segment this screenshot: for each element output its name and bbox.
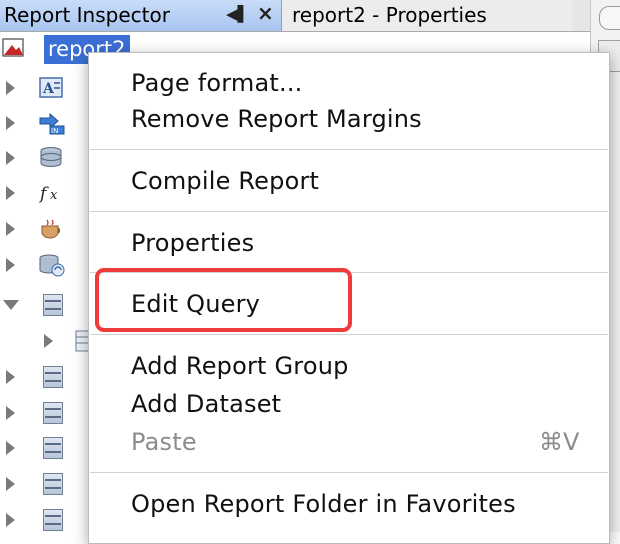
expand-arrow-icon[interactable] [6,222,15,236]
report-icon [2,38,24,57]
styles-icon: A [39,77,63,98]
tree-node-variables[interactable]: f x [0,176,90,210]
variables-icon: f x [38,184,58,204]
menu-item-properties[interactable]: Properties [131,229,254,257]
tree-node-band-expanded[interactable] [0,288,90,322]
band-icon [43,509,63,531]
tree-node-scriptlets[interactable] [0,212,90,246]
menu-item-edit-query[interactable]: Edit Query [131,290,260,318]
expand-arrow-icon[interactable] [6,513,15,527]
tree-node-parameters[interactable]: IN [0,106,90,140]
menu-separator [90,272,608,273]
expand-arrow-icon[interactable] [44,334,53,348]
expand-arrow-icon[interactable] [6,186,15,200]
pin-icon[interactable]: ◀▌ [226,5,249,23]
menu-item-add-dataset[interactable]: Add Dataset [131,390,281,418]
tab-report-inspector[interactable]: Report Inspector ◀▌ × [0,0,282,31]
tab-report-properties[interactable]: report2 - Properties [282,0,572,31]
expand-arrow-icon[interactable] [6,116,15,130]
parameters-icon: IN [39,112,65,135]
tree-node-band[interactable] [0,431,90,465]
scriptlets-icon [41,219,61,239]
expand-arrow-icon[interactable] [6,406,15,420]
menu-item-paste: Paste [131,428,197,456]
menu-item-add-report-group[interactable]: Add Report Group [131,352,349,380]
paste-shortcut: ⌘V [539,428,580,456]
expand-arrow-icon[interactable] [6,151,15,165]
expand-arrow-icon[interactable] [6,370,15,384]
band-icon [43,437,63,459]
expand-arrow-icon[interactable] [6,258,15,272]
svg-text:x: x [50,188,58,203]
collapse-arrow-icon[interactable] [3,300,19,310]
menu-item-remove-report-margins[interactable]: Remove Report Margins [131,105,422,133]
tree-node-band[interactable] [0,467,90,501]
expand-arrow-icon[interactable] [6,441,15,455]
toolbar-toggle-button[interactable] [599,6,620,30]
menu-item-compile-report[interactable]: Compile Report [131,167,319,195]
tree-node-styles[interactable]: A [0,71,90,105]
menu-separator [90,149,608,150]
band-icon [43,473,63,495]
subdatasets-icon [39,254,65,277]
menu-item-open-report-folder-in-favorites[interactable]: Open Report Folder in Favorites [131,490,516,518]
tree-node-subdatasets[interactable] [0,248,90,282]
menu-separator [90,472,608,473]
tree-node-band[interactable] [0,360,90,394]
expand-arrow-icon[interactable] [6,477,15,491]
svg-text:f: f [38,184,49,204]
tree-node-band[interactable] [0,396,90,430]
tab-title: report2 - Properties [292,3,487,27]
menu-item-page-format[interactable]: Page format... [131,69,303,97]
svg-text:IN: IN [51,127,58,135]
tab-bar: Report Inspector ◀▌ × report2 - Properti… [0,0,620,32]
band-icon [43,402,63,424]
context-menu: Page format... Remove Report Margins Com… [88,52,610,544]
svg-text:A: A [42,81,55,97]
tab-title: Report Inspector [4,3,170,27]
close-icon[interactable]: × [257,1,274,25]
band-icon [43,366,63,388]
menu-separator [90,334,608,335]
tree-node-fields[interactable] [0,141,90,175]
tree-node-child-element[interactable] [0,324,93,358]
expand-arrow-icon[interactable] [6,81,15,95]
band-icon [43,294,63,316]
menu-separator [90,211,608,212]
fields-icon [40,147,62,167]
